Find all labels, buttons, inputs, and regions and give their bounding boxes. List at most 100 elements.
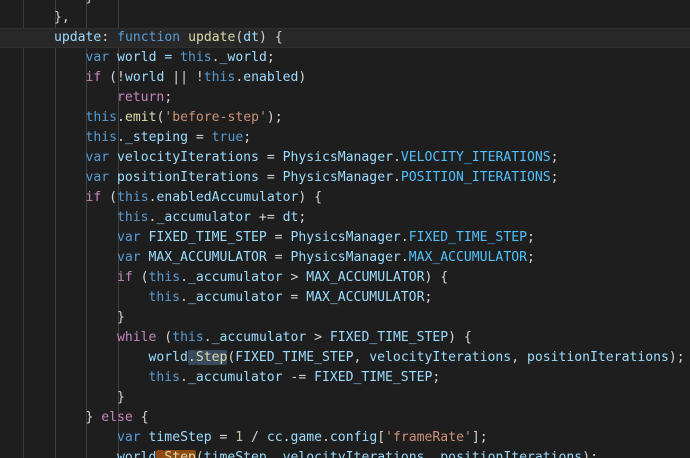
code-editor[interactable]: }},update: function update(dt) {var worl… — [0, 0, 690, 458]
code-line[interactable]: this._steping = true; — [0, 128, 690, 148]
code-token: ) { — [448, 330, 472, 345]
code-line-content: } — [117, 388, 125, 408]
code-token: ( — [195, 450, 204, 458]
code-line[interactable]: var world = this._world; — [0, 48, 690, 68]
code-token: this — [180, 50, 212, 65]
code-token: , — [511, 350, 527, 365]
code-line-content: this._accumulator -= FIXED_TIME_STEP; — [149, 368, 441, 388]
code-token: ( — [132, 270, 149, 285]
code-token: update — [188, 30, 236, 45]
code-token: } — [86, 0, 94, 5]
code-token: . — [392, 150, 401, 165]
code-token: dt — [243, 30, 260, 45]
code-token: this — [85, 130, 118, 145]
code-line[interactable]: var positionIterations = PhysicsManager.… — [0, 168, 690, 188]
code-line[interactable]: var MAX_ACCUMULATOR = PhysicsManager.MAX… — [0, 248, 690, 268]
code-token: MAX_ACCUMULATOR — [306, 290, 425, 305]
code-token: MAX_ACCUMULATOR — [306, 270, 425, 285]
code-token: this — [172, 330, 204, 345]
code-line-content: } — [86, 0, 94, 8]
code-token: velocityIterations — [282, 450, 425, 458]
code-token: _steping — [124, 130, 189, 145]
code-token: PhysicsManager — [290, 250, 401, 265]
code-token: FIXED_TIME_STEP — [329, 330, 449, 345]
code-line[interactable]: this.emit('before-step'); — [0, 108, 690, 128]
code-token: = — [188, 130, 212, 145]
code-line[interactable]: }, — [0, 8, 690, 28]
code-token: > — [306, 330, 330, 345]
code-line-content: } else { — [86, 408, 149, 428]
code-line[interactable]: } — [0, 308, 690, 328]
code-token: function — [117, 30, 181, 45]
code-token: }, — [54, 10, 70, 25]
code-line[interactable]: this._accumulator -= FIXED_TIME_STEP; — [0, 368, 690, 388]
code-token: var — [85, 170, 110, 185]
code-line-content: this._steping = true; — [86, 128, 252, 148]
code-token: positionIterations — [526, 350, 669, 365]
code-line[interactable]: world.Step(timeStep, velocityIterations,… — [0, 448, 690, 458]
code-line-content: var timeStep = 1 / cc.game.config['frame… — [117, 428, 488, 448]
code-line[interactable]: } — [0, 0, 690, 8]
code-token: MAX_ACCUMULATOR — [140, 250, 267, 265]
code-token: timeStep — [203, 450, 267, 458]
code-token: POSITION_ITERATIONS — [400, 170, 551, 185]
code-line[interactable]: this._accumulator = MAX_ACCUMULATOR; — [0, 288, 690, 308]
code-token: if — [117, 270, 133, 285]
code-line[interactable]: return; — [0, 88, 690, 108]
code-line-content: var MAX_ACCUMULATOR = PhysicsManager.MAX… — [117, 248, 535, 268]
code-line[interactable]: } — [0, 388, 690, 408]
code-token: = — [258, 170, 283, 185]
code-token: positionIterations — [109, 170, 259, 185]
code-token: cc — [266, 430, 283, 445]
code-line[interactable]: var timeStep = 1 / cc.game.config['frame… — [0, 428, 690, 448]
code-token: return — [117, 90, 165, 105]
code-line[interactable]: } else { — [0, 408, 690, 428]
code-token: _world — [219, 50, 267, 65]
code-token: ]; — [471, 430, 488, 445]
code-line-content: }, — [54, 8, 70, 28]
code-token: { — [132, 410, 149, 425]
code-line[interactable]: while (this._accumulator > FIXED_TIME_ST… — [0, 328, 690, 348]
code-token: (! — [101, 70, 125, 85]
code-token: _accumulator — [211, 330, 307, 345]
code-line[interactable]: var FIXED_TIME_STEP = PhysicsManager.FIX… — [0, 228, 690, 248]
code-line[interactable]: if (this.enabledAccumulator) { — [0, 188, 690, 208]
code-token: ; — [526, 230, 535, 245]
code-token: > — [282, 270, 307, 285]
code-token: . — [180, 290, 188, 305]
code-token: positionIterations — [440, 450, 583, 458]
code-token: MAX_ACCUMULATOR — [408, 250, 527, 265]
code-line[interactable]: if (this._accumulator > MAX_ACCUMULATOR)… — [0, 268, 690, 288]
code-token: , — [353, 350, 370, 365]
code-line[interactable]: if (!world || !this.enabled) — [0, 68, 690, 88]
code-line[interactable]: this._accumulator += dt; — [0, 208, 690, 228]
code-token: var — [85, 150, 110, 165]
code-line[interactable]: update: function update(dt) { — [0, 28, 690, 48]
code-token: enabledAccumulator — [156, 190, 299, 205]
code-token: dt — [282, 210, 299, 225]
code-token: , — [424, 450, 441, 458]
code-line-content: this.emit('before-step'); — [86, 108, 283, 128]
code-token: _accumulator — [187, 370, 283, 385]
code-line-content: this._accumulator += dt; — [117, 208, 306, 228]
code-token: ; — [298, 210, 307, 225]
code-token: ; — [526, 250, 535, 265]
code-token: ; — [432, 370, 441, 385]
code-token: while — [117, 330, 157, 345]
code-line[interactable]: world.Step(FIXED_TIME_STEP, velocityIter… — [0, 348, 690, 368]
code-token: velocityIterations — [369, 350, 512, 365]
code-line[interactable]: var velocityIterations = PhysicsManager.… — [0, 148, 690, 168]
code-token: _accumulator — [187, 290, 283, 305]
code-token: world — [117, 450, 157, 458]
code-token: Step — [164, 450, 196, 458]
code-token: . — [400, 230, 409, 245]
code-token: . — [117, 130, 125, 145]
code-token: _accumulator — [156, 210, 252, 225]
code-token: . — [211, 50, 220, 65]
code-token: if — [85, 70, 102, 85]
code-token: [ — [377, 430, 386, 445]
code-token: var — [117, 430, 141, 445]
code-token: this — [148, 270, 181, 285]
code-token: this — [148, 290, 181, 305]
code-line-content: world.Step(FIXED_TIME_STEP, velocityIter… — [149, 348, 685, 368]
